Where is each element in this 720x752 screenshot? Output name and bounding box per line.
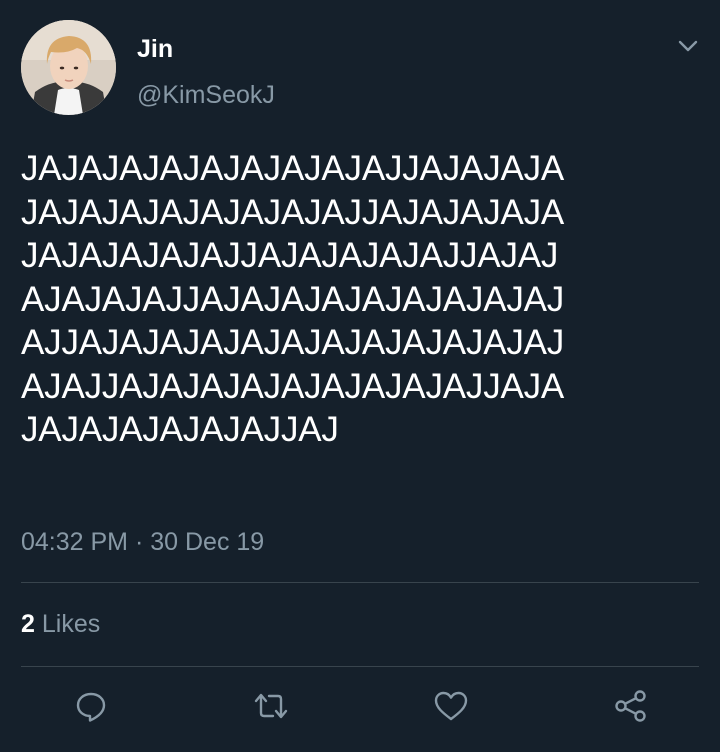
tweet-time: 04:32 PM — [21, 528, 129, 556]
likes-label: Likes — [41, 610, 101, 638]
author-handle[interactable]: @KimSeokJ — [137, 80, 275, 110]
tweet-text-line: JAJAJAJAJAJJAJAJAJAJAJJAJAJ — [21, 236, 559, 275]
tweet-text-line: JAJAJAJAJAJAJAJAJJAJAJAJAJA — [21, 192, 565, 232]
share-button[interactable] — [611, 686, 651, 726]
likes-count: 2 — [21, 610, 35, 638]
tweet-text-line: AJAJJAJAJAJAJAJAJAJAJAJJAJA — [21, 366, 565, 406]
meta-separator: · — [134, 528, 144, 556]
retweet-icon — [254, 693, 288, 719]
tweet-text-line: JAJAJAJAJAJAJAJAJAJJAJAJAJA — [21, 149, 565, 188]
author-name[interactable]: Jin — [137, 34, 173, 64]
divider — [21, 582, 699, 583]
tweet-text-line: AJJAJAJAJAJAJAJAJAJAJAJAJAJ — [21, 323, 565, 362]
retweet-button[interactable] — [251, 686, 291, 726]
tweet-text: JAJAJAJAJAJAJAJAJAJJAJAJAJA JAJAJAJAJAJAJ… — [21, 147, 711, 452]
tweet-text-line: JAJAJAJAJAJAJJAJ — [21, 410, 339, 449]
reply-button[interactable] — [71, 686, 111, 726]
tweet-text-line: AJAJAJAJJAJAJAJAJAJAJAJAJAJ — [21, 279, 565, 319]
heart-icon — [434, 691, 468, 721]
tweet-date: 30 Dec 19 — [150, 528, 265, 556]
avatar[interactable] — [21, 20, 116, 115]
reply-icon — [76, 692, 106, 722]
tweet-timestamp[interactable]: 04:32 PM · 30 Dec 19 — [21, 527, 264, 557]
share-icon — [615, 690, 646, 722]
chevron-down-icon[interactable] — [676, 36, 700, 56]
likes-summary[interactable]: 2 Likes — [21, 609, 100, 639]
divider — [21, 666, 699, 667]
like-button[interactable] — [431, 686, 471, 726]
